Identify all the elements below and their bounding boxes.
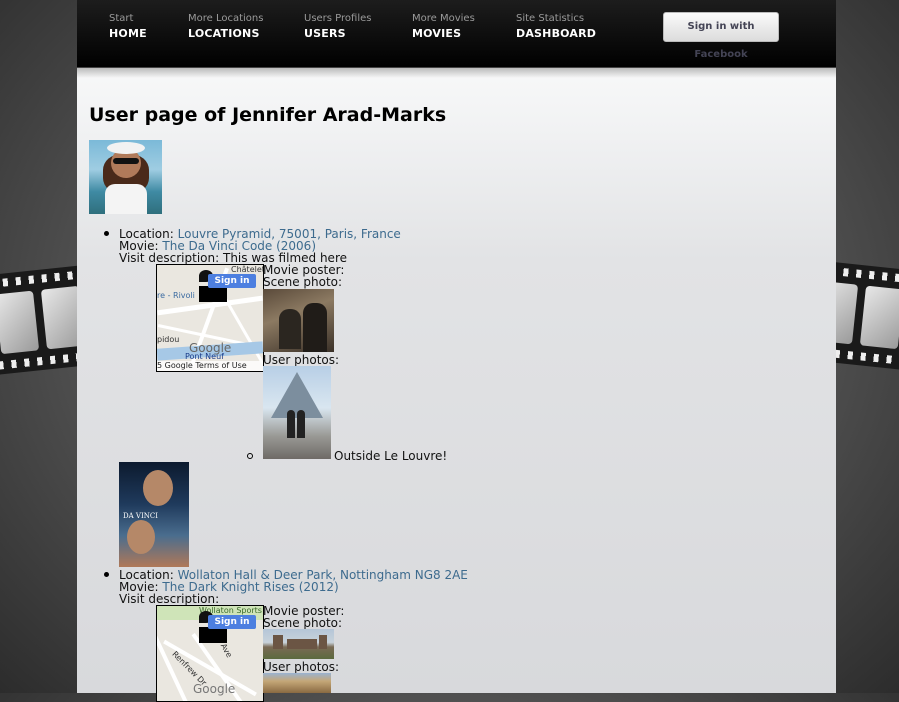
nav-dashboard-sub: Site Statistics bbox=[516, 13, 585, 24]
user-photos-label: User photos: bbox=[263, 660, 340, 674]
user-photo bbox=[263, 673, 331, 693]
map-overlay bbox=[199, 286, 227, 302]
list-bullet bbox=[104, 572, 109, 577]
top-navigation: Start HOME More Locations LOCATIONS User… bbox=[77, 0, 836, 68]
scene-photo bbox=[263, 629, 334, 659]
map-overlay bbox=[199, 627, 227, 643]
nav-dashboard[interactable]: Site Statistics DASHBOARD bbox=[516, 13, 596, 40]
nav-dashboard-label: DASHBOARD bbox=[516, 27, 597, 40]
nav-locations-label: LOCATIONS bbox=[188, 27, 260, 40]
nav-home-sub: Start bbox=[109, 13, 134, 24]
map-label: re - Rivoli bbox=[157, 291, 195, 300]
nav-shadow bbox=[77, 68, 836, 78]
map-signin-button[interactable]: Sign in bbox=[208, 274, 256, 288]
visit-item-1: Location: Louvre Pyramid, 75001, Paris, … bbox=[104, 228, 401, 265]
user-avatar bbox=[89, 140, 162, 214]
nav-movies[interactable]: More Movies MOVIES bbox=[412, 13, 475, 40]
nav-users-sub: Users Profiles bbox=[304, 13, 372, 24]
map-signin-button[interactable]: Sign in bbox=[208, 615, 256, 629]
facebook-signin-button[interactable]: Sign in with Facebook bbox=[663, 12, 779, 60]
nav-home-label: HOME bbox=[109, 27, 147, 40]
map-google-logo: Google bbox=[193, 682, 236, 696]
movie-poster: DA VINCI bbox=[119, 462, 189, 567]
nav-locations[interactable]: More Locations LOCATIONS bbox=[188, 13, 263, 40]
map-terms[interactable]: 5 Google Terms of Use bbox=[157, 361, 263, 371]
nav-users[interactable]: Users Profiles USERS bbox=[304, 13, 372, 40]
user-photo-caption: Outside Le Louvre! bbox=[334, 449, 448, 463]
nav-movies-sub: More Movies bbox=[412, 13, 475, 24]
page-title: User page of Jennifer Arad-Marks bbox=[89, 104, 447, 126]
nav-locations-sub: More Locations bbox=[188, 13, 264, 24]
scene-photo bbox=[263, 289, 334, 352]
user-photo bbox=[263, 366, 331, 459]
map-label: Châtelet bbox=[231, 265, 264, 274]
location-map-1[interactable]: Châtelet re - Rivoli Pont Neuf Google pi… bbox=[156, 264, 264, 372]
nav-home[interactable]: Start HOME bbox=[109, 13, 147, 40]
scene-photo-label: Scene photo: bbox=[263, 275, 343, 289]
map-label: pidou bbox=[157, 335, 180, 344]
scene-photo-label: Scene photo: bbox=[263, 616, 343, 630]
map-label: Ave bbox=[218, 641, 234, 660]
visit-description-label: Visit description: bbox=[119, 251, 220, 265]
visit-description-label: Visit description: bbox=[119, 592, 220, 606]
visit-item-2: Location: Wollaton Hall & Deer Park, Not… bbox=[104, 569, 468, 606]
location-map-2[interactable]: Wollaton Sports Renfrew Dr Ave Google Si… bbox=[156, 605, 264, 702]
list-bullet bbox=[247, 453, 253, 459]
map-google-logo: Google bbox=[189, 341, 232, 355]
nav-movies-label: MOVIES bbox=[412, 27, 462, 40]
user-photos-label: User photos: bbox=[263, 353, 340, 367]
list-bullet bbox=[104, 231, 109, 236]
nav-users-label: USERS bbox=[304, 27, 346, 40]
